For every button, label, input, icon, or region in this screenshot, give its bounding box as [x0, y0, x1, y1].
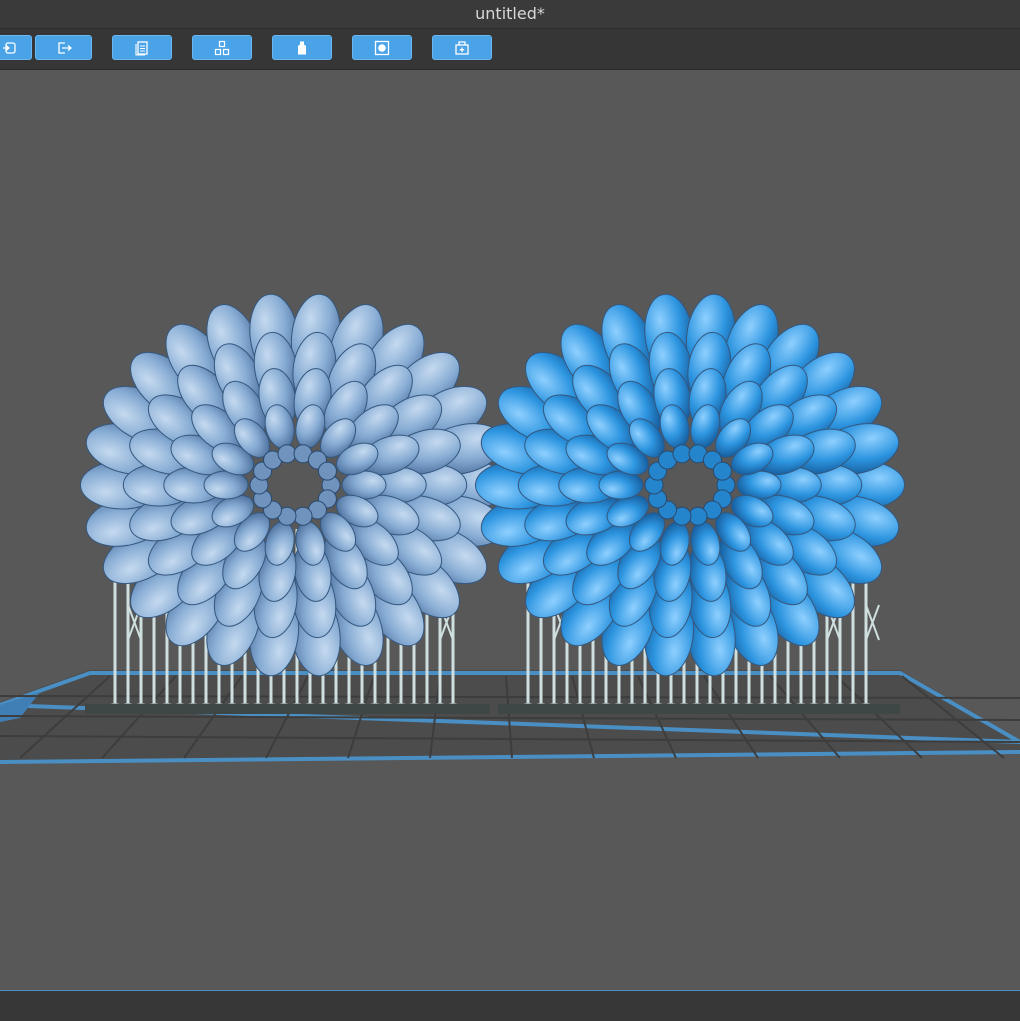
- window-title: untitled*: [475, 4, 545, 23]
- import-icon: [3, 41, 16, 54]
- arrange-models-button[interactable]: [192, 35, 252, 60]
- resin-bottle-button[interactable]: [272, 35, 332, 60]
- arrange-models-icon: [214, 40, 230, 55]
- add-printer-button[interactable]: [432, 35, 492, 60]
- export-icon: [57, 41, 72, 54]
- resin-bottle-icon: [298, 41, 306, 54]
- document-list-button[interactable]: [112, 35, 172, 60]
- slice-preview-button[interactable]: [352, 35, 412, 60]
- main-toolbar: [0, 29, 1020, 70]
- document-list-icon: [135, 40, 148, 56]
- scene: [0, 293, 1020, 764]
- import-button[interactable]: [0, 35, 32, 60]
- title-bar: untitled*: [0, 0, 1020, 29]
- export-button[interactable]: [35, 35, 92, 60]
- add-printer-icon: [455, 40, 469, 55]
- slice-preview-icon: [374, 40, 390, 55]
- 3d-viewport[interactable]: [0, 70, 1020, 990]
- status-bar: [0, 990, 1020, 1021]
